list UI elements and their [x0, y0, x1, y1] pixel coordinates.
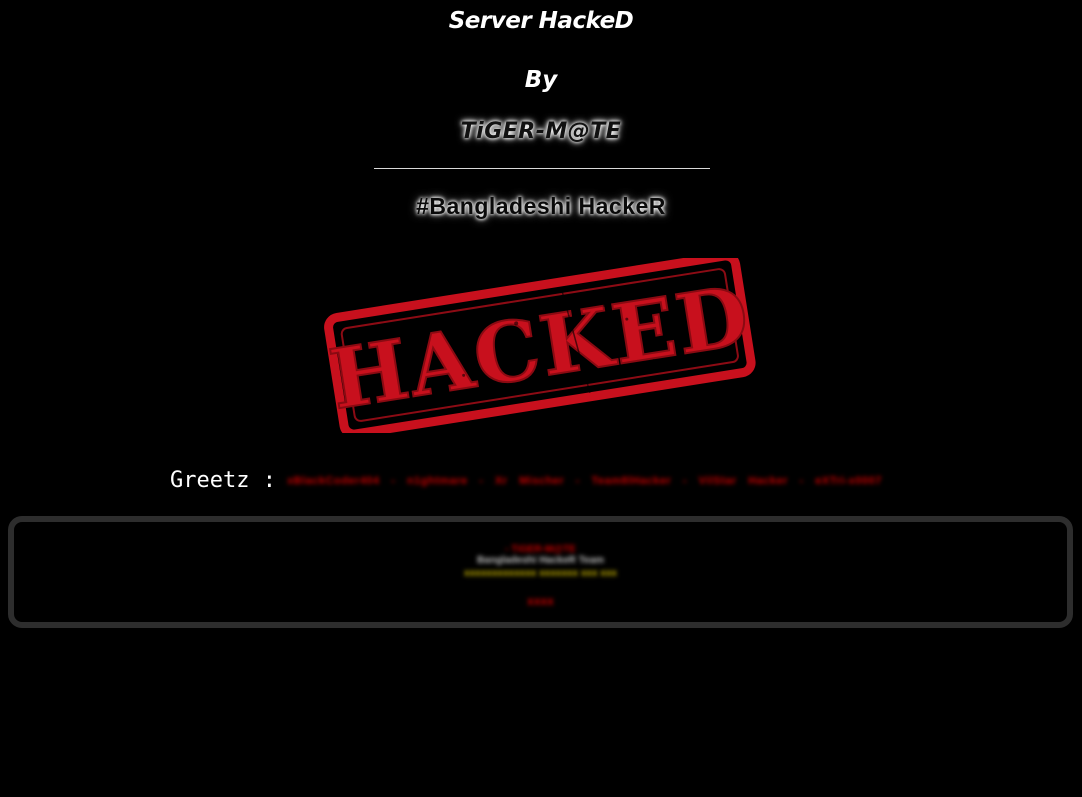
greetz-names: xBlackCoder404 - n1ghtmare - Xr Mischer … [287, 474, 882, 487]
page-title: Server HackeD [448, 8, 634, 34]
tagline: #Bangladeshi HackeR [416, 193, 666, 219]
hacked-stamp-image: HACKED [323, 258, 758, 433]
message-box: - TiGER-M@TE Bangladeshi HackeR Team xxx… [8, 516, 1073, 628]
message-line-2: Bangladeshi HackeR Team [476, 555, 605, 566]
message-line-1: - TiGER-M@TE [505, 544, 576, 555]
message-line-3: xxxxxxxxxxxxx xxxxxxx xxx xxx [464, 568, 617, 579]
message-line-4: xxxx [527, 594, 554, 608]
greetz-row: Greetz : xBlackCoder404 - n1ghtmare - Xr… [170, 468, 1070, 500]
divider [374, 168, 710, 169]
greetz-label: Greetz : [170, 468, 276, 493]
by-label: By [524, 67, 558, 93]
author-name: TiGER-M@TE [460, 119, 622, 144]
